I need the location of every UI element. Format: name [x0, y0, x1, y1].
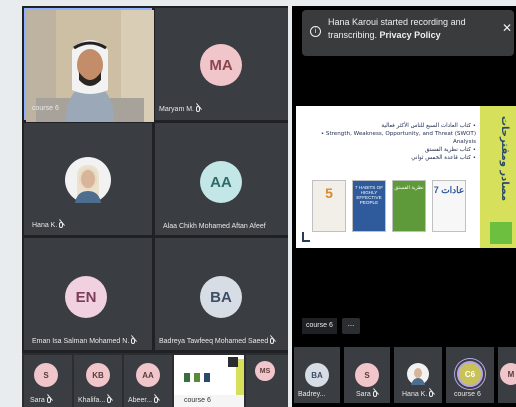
slide-corner-mark [302, 232, 310, 242]
muted-mic-icon [196, 106, 200, 112]
book-cover: 7 عادات [432, 180, 466, 232]
avatar: MS [255, 361, 275, 381]
participant-name: Khalifa... [78, 397, 112, 404]
participant-name: Abeer... [128, 397, 159, 404]
muted-mic-icon [270, 338, 275, 344]
slide-bullets: كتاب العادات السبع للناس الأكثر فعالية S… [306, 122, 476, 162]
muted-mic-icon [429, 391, 434, 397]
muted-mic-icon [372, 391, 377, 397]
participant-tile-hana[interactable]: Hana K. [24, 123, 152, 235]
strip-tile-hana[interactable]: Hana K. [394, 347, 442, 403]
strip-tile-sara[interactable]: S Sara [24, 355, 72, 407]
muted-mic-icon [46, 397, 51, 403]
strip-tile-sara[interactable]: S Sara [344, 347, 390, 403]
presenter-badge[interactable]: course 6 [302, 318, 337, 334]
avatar-photo [407, 363, 429, 385]
avatar: BA [305, 363, 329, 387]
strip-tile-badreya[interactable]: BA Badrey... [294, 347, 340, 403]
participant-name: Sara [356, 391, 377, 398]
participant-name: Badrey... [298, 391, 326, 398]
avatar-photo [65, 157, 111, 203]
close-icon[interactable]: ✕ [502, 22, 512, 35]
participant-name: course 6 [454, 391, 481, 398]
participant-name: Eman Isa Salman Mohamed N. [32, 338, 136, 345]
participant-strip: S Sara KB Khalifa... AA Abeer... course … [22, 353, 288, 407]
participant-name: Hana K. [402, 391, 434, 398]
bullet: كتاب نظرية الفستق [306, 146, 476, 154]
avatar: AA [200, 161, 242, 203]
muted-mic-icon [107, 397, 112, 403]
participant-name: Maryam M. [159, 106, 200, 113]
strip-tile-khalifa[interactable]: KB Khalifa... [74, 355, 122, 407]
more-options-button[interactable]: ... [342, 318, 360, 334]
bullet: كتاب العادات السبع للناس الأكثر فعالية [306, 122, 476, 130]
slide-thumbnail [174, 355, 244, 395]
participant-strip: BA Badrey... S Sara Hana K. C6 course 6 [292, 347, 516, 407]
shared-slide: كتاب العادات السبع للناس الأكثر فعالية S… [296, 106, 516, 248]
strip-tile-abeer[interactable]: AA Abeer... [124, 355, 172, 407]
recording-notification: i Hana Karoui started recording and tran… [302, 10, 514, 56]
strip-tile-course6[interactable]: course 6 [174, 355, 244, 407]
muted-mic-icon [59, 222, 64, 228]
avatar: M [500, 363, 516, 385]
slide-title: مصادر ومقترحات [499, 116, 510, 202]
strip-tile-m[interactable]: M [498, 347, 516, 403]
participant-tile-alaa[interactable]: AA Alaa Chikh Mohamed Aftan Afeef [155, 123, 288, 235]
presentation-panel: i Hana Karoui started recording and tran… [292, 6, 516, 407]
privacy-policy-link[interactable]: Privacy Policy [380, 30, 441, 40]
muted-mic-icon [131, 338, 136, 344]
avatar: KB [86, 363, 110, 387]
participant-tile-badreya[interactable]: BA Badreya Tawfeeq Mohamed Saeed [155, 238, 288, 350]
participant-name: course 6 [184, 397, 211, 404]
strip-tile-ms[interactable]: MS [246, 355, 288, 407]
avatar: AA [136, 363, 160, 387]
participant-tile-maryam[interactable]: MA Maryam M. [155, 8, 288, 120]
avatar: S [355, 363, 379, 387]
participant-name: Alaa Chikh Mohamed Aftan Afeef [163, 223, 266, 230]
book-cover: 5 [312, 180, 346, 232]
strip-tile-course6[interactable]: C6 course 6 [446, 347, 494, 403]
avatar: C6 [457, 361, 483, 387]
gallery-panel: course 6 MA Maryam M. Hana K. AA Alaa Ch… [22, 6, 288, 407]
info-icon: i [310, 26, 321, 37]
tile-label: course 6 [32, 105, 59, 112]
muted-mic-icon [154, 397, 159, 403]
screen: course 6 MA Maryam M. Hana K. AA Alaa Ch… [0, 0, 516, 407]
book-cover: 7 HABITS OF HIGHLY EFFECTIVE PEOPLE [352, 180, 386, 232]
avatar: EN [65, 276, 107, 318]
bullet: Strength, Weakness, Opportunity, and Thr… [306, 130, 476, 146]
avatar: BA [200, 276, 242, 318]
avatar: MA [200, 44, 242, 86]
participant-tile-eman[interactable]: EN Eman Isa Salman Mohamed N. [24, 238, 152, 350]
video-tile-course6[interactable]: course 6 [24, 8, 154, 122]
book-cover: نظرية الفستق [392, 180, 426, 232]
participant-name: Badreya Tawfeeq Mohamed Saeed [159, 338, 275, 345]
avatar: S [34, 363, 58, 387]
participant-name: Sara [30, 397, 51, 404]
cube-graphic [490, 222, 512, 244]
bullet: كتاب قاعدة الخمس ثواني [306, 154, 476, 162]
participant-name: Hana K. [32, 222, 64, 229]
